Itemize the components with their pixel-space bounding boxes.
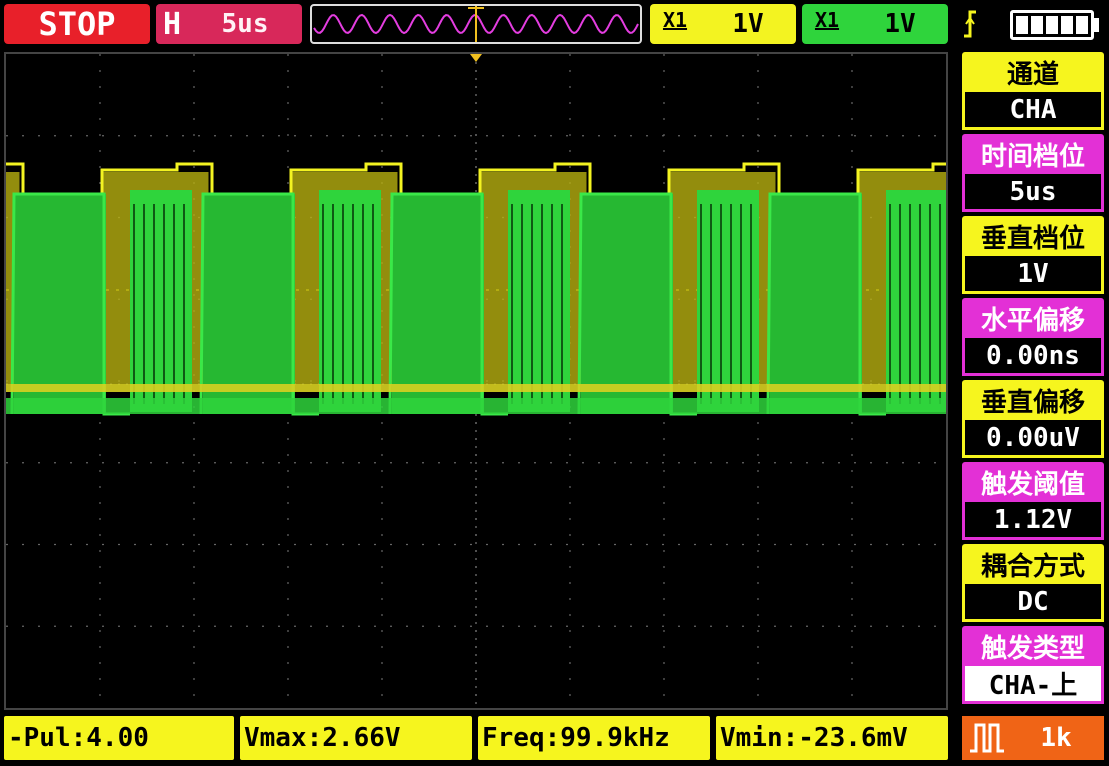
menu-item-value[interactable]: 0.00ns [962,338,1104,376]
waveform-overview[interactable] [310,4,642,44]
menu-item-label[interactable]: 触发阈值 [962,462,1104,502]
measure-vmin[interactable]: Vmin:-23.6mV [716,716,948,760]
channel-b-coupling: X1 [814,8,840,32]
waveform-display[interactable] [4,52,948,710]
menu-item-value[interactable]: 0.00uV [962,420,1104,458]
menu-item-label[interactable]: 耦合方式 [962,544,1104,584]
measure-vmin-text: Vmin:-23.6mV [720,723,908,753]
measure-vmax-text: Vmax:2.66V [244,723,401,753]
timebase-value: 5us [221,9,269,39]
channel-a-coupling: X1 [662,8,688,32]
menu-item-label[interactable]: 垂直偏移 [962,380,1104,420]
menu-item-value[interactable]: 5us [962,174,1104,212]
timebase-label: H [162,6,182,42]
sample-depth-value: 1k [1040,723,1072,753]
measure-freq[interactable]: Freq:99.9kHz [478,716,710,760]
overview-sine-icon [313,6,639,42]
pulse-icon [970,723,1004,753]
menu-item-value[interactable]: 1V [962,256,1104,294]
menu-item-value[interactable]: 1.12V [962,502,1104,540]
menu-item-label[interactable]: 通道 [962,52,1104,92]
menu-item-label[interactable]: 时间档位 [962,134,1104,174]
measure-vmax[interactable]: Vmax:2.66V [240,716,472,760]
channel-a-indicator[interactable]: X1 1V [650,4,796,44]
run-state-label: STOP [38,5,116,43]
menu-item-label[interactable]: 水平偏移 [962,298,1104,338]
menu-item-label[interactable]: 触发类型 [962,626,1104,666]
menu-item-value[interactable]: CHA-上 [962,666,1104,704]
timebase-indicator[interactable]: H 5us [156,4,302,44]
sample-depth-button[interactable]: 1k [962,716,1104,760]
run-stop-button[interactable]: STOP [4,4,150,44]
measure-pulse[interactable]: -Pul:4.00 [4,716,234,760]
measure-pulse-text: -Pul:4.00 [8,723,149,753]
channel-b-volts: 1V [884,9,916,39]
trigger-rising-icon [958,4,982,44]
menu-item-value[interactable]: CHA [962,92,1104,130]
channel-a-volts: 1V [732,9,764,39]
battery-icon [1010,10,1094,40]
waveform-canvas [6,54,946,708]
menu-item-label[interactable]: 垂直档位 [962,216,1104,256]
channel-b-indicator[interactable]: X1 1V [802,4,948,44]
measure-freq-text: Freq:99.9kHz [482,723,670,753]
battery-nub [1094,18,1099,32]
menu-item-value[interactable]: DC [962,584,1104,622]
